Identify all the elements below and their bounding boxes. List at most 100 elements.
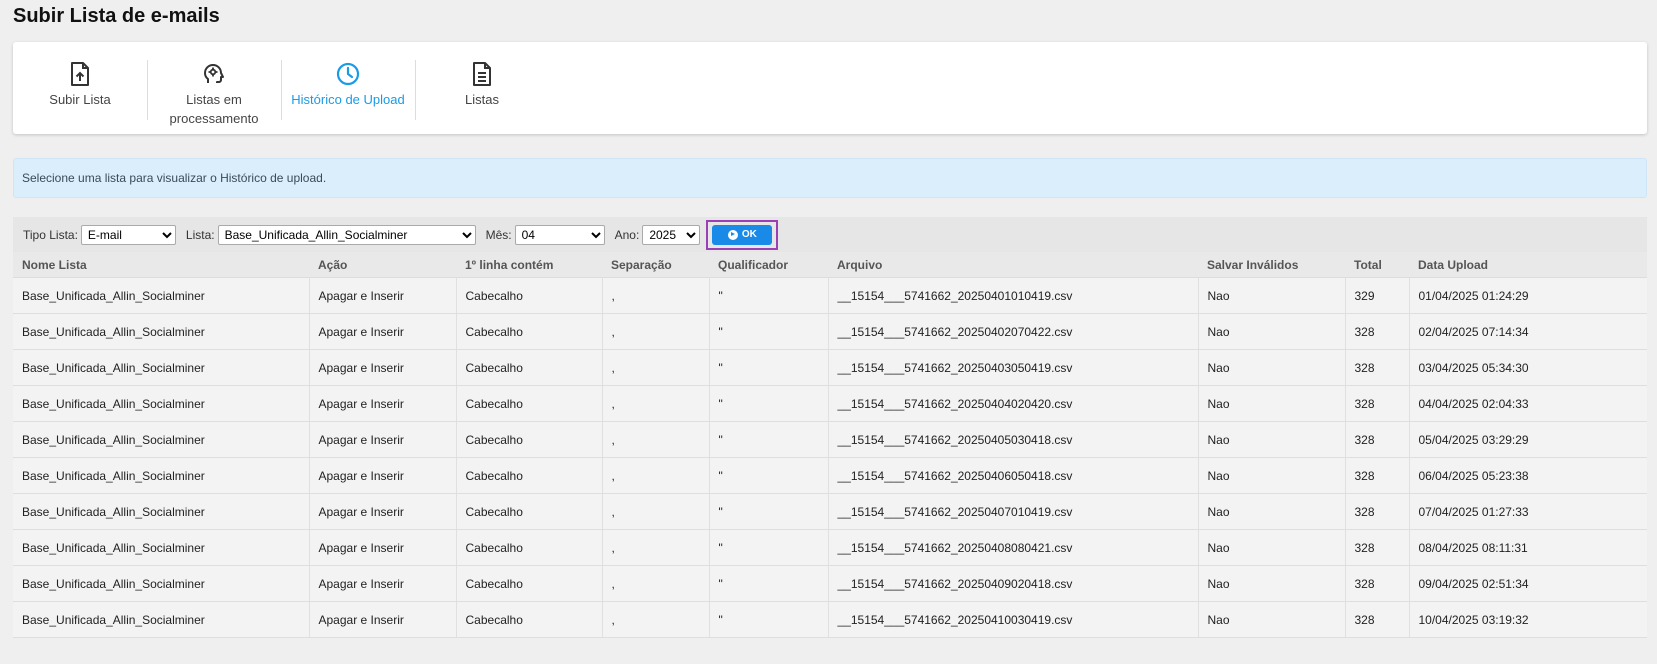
table-cell: Nao <box>1198 277 1346 314</box>
ok-label: OK <box>741 229 757 240</box>
table-cell: 328 <box>1345 313 1410 350</box>
ok-button[interactable]: OK <box>712 224 773 245</box>
column-header: Data Upload <box>1409 252 1647 278</box>
table-cell: Apagar e Inserir <box>309 313 457 350</box>
page-title: Subir Lista de e-mails <box>13 5 220 27</box>
table-row[interactable]: Base_Unificada_Allin_Socialminer Apagar e… <box>13 349 1647 386</box>
table-cell: Nao <box>1198 457 1346 494</box>
table-cell: Base_Unificada_Allin_Socialminer <box>13 493 310 530</box>
table-cell: Apagar e Inserir <box>309 457 457 494</box>
column-header: Nome Lista <box>13 252 309 278</box>
table-cell: __15154___5741662_20250401010419.csv <box>828 277 1199 314</box>
table-cell: , <box>602 313 710 350</box>
table-cell: Apagar e Inserir <box>309 277 457 314</box>
table-cell: 08/04/2025 08:11:31 <box>1409 529 1647 566</box>
table-row[interactable]: Base_Unificada_Allin_Socialminer Apagar e… <box>13 313 1647 350</box>
table-cell: , <box>602 601 710 638</box>
column-header: Arquivo <box>828 252 1198 278</box>
table-cell: Base_Unificada_Allin_Socialminer <box>13 349 310 386</box>
table-cell: Cabecalho <box>456 493 603 530</box>
table-cell: " <box>709 457 829 494</box>
table-cell: Apagar e Inserir <box>309 529 457 566</box>
table-cell: Base_Unificada_Allin_Socialminer <box>13 565 310 602</box>
tab-label: Listas em processamento <box>169 92 259 126</box>
table-cell: 06/04/2025 05:23:38 <box>1409 457 1647 494</box>
ano-label: Ano: <box>614 227 640 242</box>
column-header: Separação <box>602 252 709 278</box>
table-cell: __15154___5741662_20250407010419.csv <box>828 493 1199 530</box>
table-cell: Apagar e Inserir <box>309 421 457 458</box>
lista-label: Lista: <box>185 227 215 242</box>
document-list-icon <box>469 62 495 88</box>
table-cell: __15154___5741662_20250409020418.csv <box>828 565 1199 602</box>
table-cell: Base_Unificada_Allin_Socialminer <box>13 277 310 314</box>
table-cell: Base_Unificada_Allin_Socialminer <box>13 421 310 458</box>
table-cell: Base_Unificada_Allin_Socialminer <box>13 313 310 350</box>
table-cell: Cabecalho <box>456 385 603 422</box>
upload-tabs: Subir Lista Listas em processamento Hist… <box>13 42 1647 134</box>
mes-label: Mês: <box>485 227 512 242</box>
table-cell: " <box>709 277 829 314</box>
info-message: Selecione uma lista para visualizar o Hi… <box>13 158 1647 198</box>
gear-head-icon <box>201 62 227 88</box>
table-cell: 328 <box>1345 493 1410 530</box>
table-cell: " <box>709 385 829 422</box>
table-cell: Cabecalho <box>456 457 603 494</box>
table-row[interactable]: Base_Unificada_Allin_Socialminer Apagar e… <box>13 385 1647 422</box>
table-row[interactable]: Base_Unificada_Allin_Socialminer Apagar e… <box>13 277 1647 314</box>
tab-listas-processamento[interactable]: Listas em processamento <box>147 42 281 134</box>
table-cell: 04/04/2025 02:04:33 <box>1409 385 1647 422</box>
table-cell: __15154___5741662_20250406050418.csv <box>828 457 1199 494</box>
table-cell: 07/04/2025 01:27:33 <box>1409 493 1647 530</box>
table-cell: Apagar e Inserir <box>309 565 457 602</box>
table-cell: , <box>602 493 710 530</box>
table-cell: Base_Unificada_Allin_Socialminer <box>13 601 310 638</box>
table-row[interactable]: Base_Unificada_Allin_Socialminer Apagar e… <box>13 565 1647 602</box>
tab-label: Subir Lista <box>49 92 111 107</box>
table-cell: Cabecalho <box>456 565 603 602</box>
column-header: Ação <box>309 252 456 278</box>
table-cell: 328 <box>1345 385 1410 422</box>
table-cell: , <box>602 277 710 314</box>
table-cell: Cabecalho <box>456 349 603 386</box>
table-cell: __15154___5741662_20250404020420.csv <box>828 385 1199 422</box>
table-cell: 328 <box>1345 421 1410 458</box>
table-cell: " <box>709 493 829 530</box>
upload-history-table: Nome Lista Ação 1º linha contém Separaçã… <box>13 252 1647 638</box>
table-cell: Nao <box>1198 601 1346 638</box>
table-cell: Nao <box>1198 349 1346 386</box>
table-cell: " <box>709 349 829 386</box>
ano-select[interactable]: 2025 <box>642 224 701 245</box>
column-header: 1º linha contém <box>456 252 602 278</box>
table-cell: __15154___5741662_20250410030419.csv <box>828 601 1199 638</box>
table-cell: Base_Unificada_Allin_Socialminer <box>13 385 310 422</box>
table-cell: 328 <box>1345 529 1410 566</box>
table-row[interactable]: Base_Unificada_Allin_Socialminer Apagar e… <box>13 529 1647 566</box>
table-cell: 328 <box>1345 601 1410 638</box>
table-row[interactable]: Base_Unificada_Allin_Socialminer Apagar e… <box>13 457 1647 494</box>
tipo-lista-select[interactable]: E-mail <box>80 224 176 245</box>
mes-select[interactable]: 04 <box>514 224 605 245</box>
table-cell: 10/04/2025 03:19:32 <box>1409 601 1647 638</box>
table-cell: __15154___5741662_20250402070422.csv <box>828 313 1199 350</box>
table-cell: Nao <box>1198 529 1346 566</box>
table-cell: 329 <box>1345 277 1410 314</box>
table-cell: __15154___5741662_20250403050419.csv <box>828 349 1199 386</box>
table-cell: 03/04/2025 05:34:30 <box>1409 349 1647 386</box>
table-cell: Apagar e Inserir <box>309 349 457 386</box>
table-row[interactable]: Base_Unificada_Allin_Socialminer Apagar e… <box>13 601 1647 638</box>
lista-select[interactable]: Base_Unificada_Allin_Socialminer <box>217 224 476 245</box>
tab-listas[interactable]: Listas <box>415 42 549 134</box>
table-row[interactable]: Base_Unificada_Allin_Socialminer Apagar e… <box>13 493 1647 530</box>
tab-subir-lista[interactable]: Subir Lista <box>13 42 147 134</box>
table-cell: Cabecalho <box>456 313 603 350</box>
table-row[interactable]: Base_Unificada_Allin_Socialminer Apagar e… <box>13 421 1647 458</box>
tab-historico-upload[interactable]: Histórico de Upload <box>281 42 415 134</box>
table-cell: Cabecalho <box>456 421 603 458</box>
table-cell: Cabecalho <box>456 277 603 314</box>
table-cell: 328 <box>1345 457 1410 494</box>
table-cell: , <box>602 421 710 458</box>
table-cell: " <box>709 313 829 350</box>
table-cell: 328 <box>1345 565 1410 602</box>
table-body: Base_Unificada_Allin_Socialminer Apagar e… <box>13 277 1647 638</box>
